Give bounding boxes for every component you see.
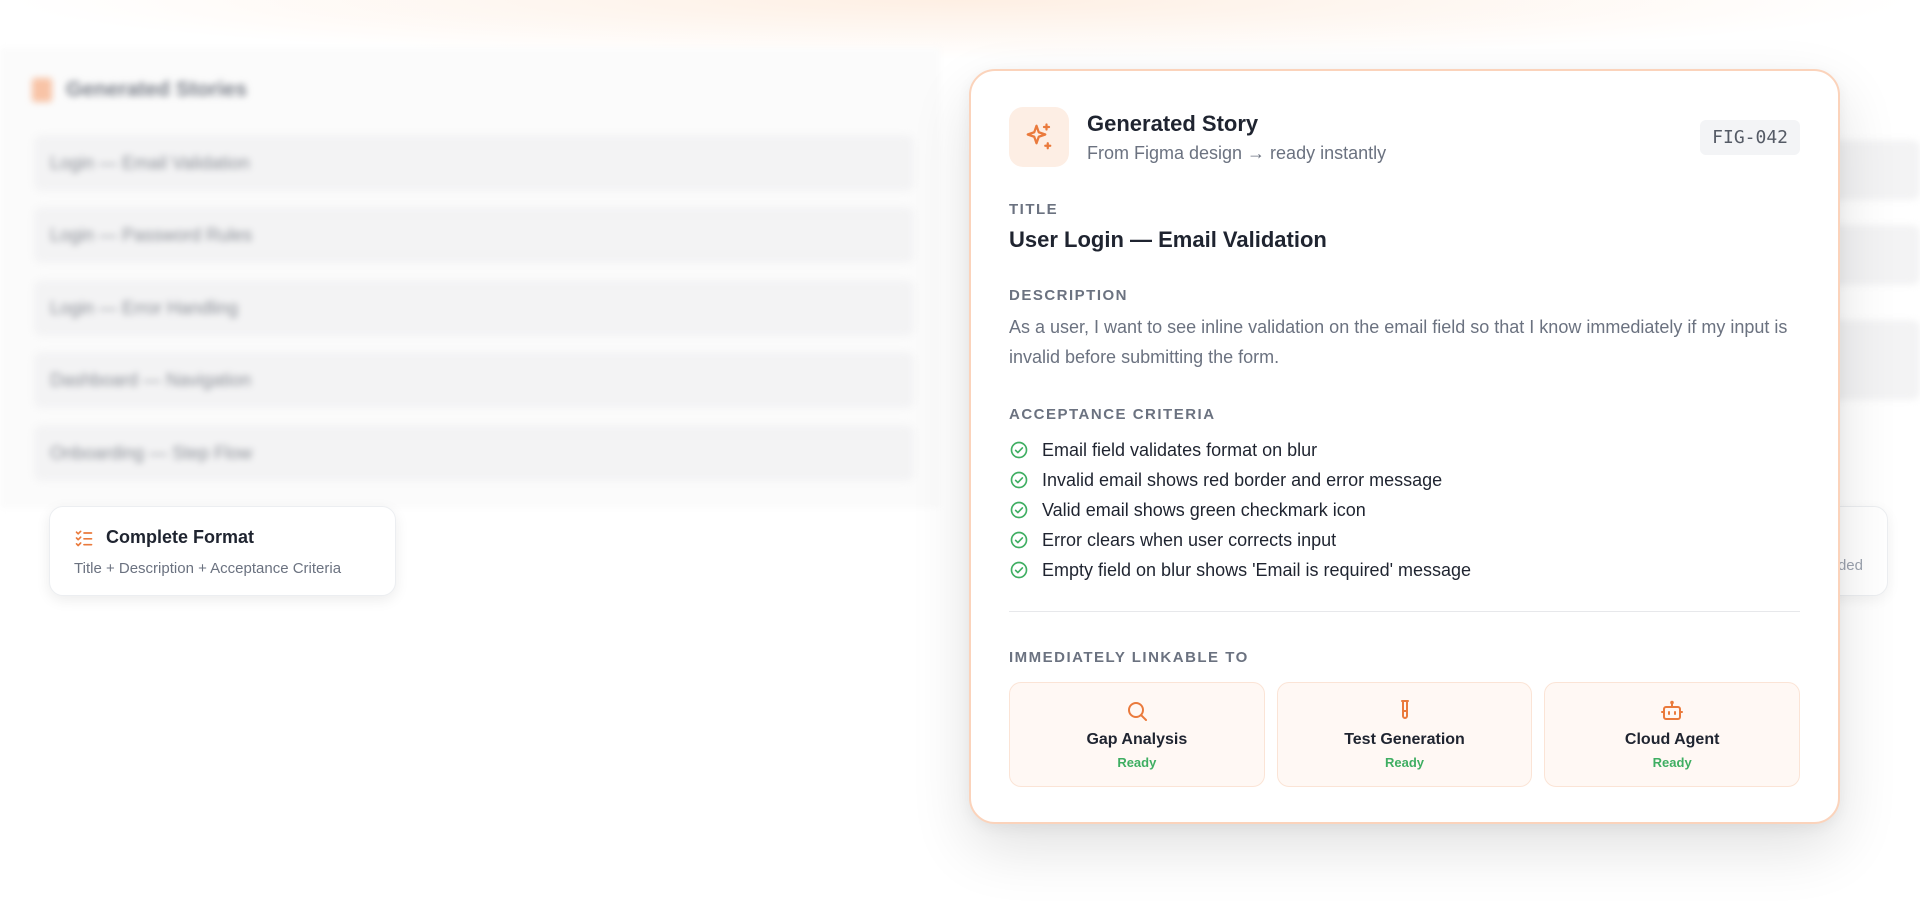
check-circle-icon [1010, 501, 1028, 519]
list-check-icon [75, 530, 93, 546]
background-list-item: Onboarding — Step Flow [34, 425, 914, 481]
robot-icon [1661, 700, 1684, 720]
check-circle-icon [1010, 471, 1028, 489]
criteria-item: Invalid email shows red border and error… [1009, 465, 1800, 495]
link-name: Cloud Agent [1624, 731, 1720, 748]
test-tube-icon [1400, 700, 1409, 719]
criteria-item: Valid email shows green checkmark icon [1009, 495, 1800, 525]
side-feature-text: ded [1837, 557, 1863, 574]
story-title: User Login — Email Validation [1009, 227, 1327, 252]
criteria-item: Error clears when user corrects input [1009, 525, 1800, 555]
search-icon [1127, 702, 1147, 721]
background-list-item: Login — Password Rules [34, 207, 914, 263]
acceptance-criteria-label: ACCEPTANCE CRITERIA [1009, 406, 1216, 423]
link-tile-cloud-agent[interactable]: Cloud Agent Ready [1544, 682, 1801, 787]
link-tile-test-generation[interactable]: Test Generation Ready [1276, 682, 1533, 787]
check-circle-icon [1010, 441, 1028, 459]
background-list-item: Dashboard — Navigation [34, 352, 914, 408]
section-divider [1009, 611, 1800, 612]
generated-story-card: Generated Story From Figma design → read… [969, 69, 1840, 824]
linkable-label: IMMEDIATELY LINKABLE TO [1009, 649, 1249, 666]
story-header-title: Generated Story [1087, 110, 1259, 136]
story-header-subtitle: From Figma design → ready instantly [1087, 142, 1387, 163]
background-header-title: Generated Stories [66, 78, 247, 101]
link-status: Ready [1652, 755, 1692, 770]
story-id-badge: FIG-042 [1700, 119, 1800, 155]
acceptance-criteria-list: Email field validates format on blur Inv… [1009, 435, 1800, 585]
description-label: DESCRIPTION [1009, 287, 1129, 304]
story-icon-box [1009, 107, 1069, 167]
sparkles-icon [1026, 123, 1052, 150]
complete-format-title: Complete Format [106, 527, 255, 547]
story-card-header: Generated Story From Figma design → read… [1009, 107, 1800, 167]
linkable-targets: Gap Analysis Ready Test Generation Ready… [1009, 682, 1801, 787]
complete-format-card: Complete Format Title + Description + Ac… [49, 506, 396, 596]
link-status: Ready [1384, 755, 1425, 770]
background-header: Generated Stories [32, 78, 247, 102]
title-label: TITLE [1009, 201, 1059, 218]
story-description: As a user, I want to see inline validati… [1009, 317, 1788, 367]
check-circle-icon [1010, 561, 1028, 579]
criteria-item: Empty field on blur shows 'Email is requ… [1009, 555, 1800, 585]
check-circle-icon [1010, 531, 1028, 549]
background-list-item: Login — Error Handling [34, 280, 914, 336]
link-status: Ready [1117, 755, 1157, 770]
document-icon [32, 78, 52, 102]
complete-format-subtitle: Title + Description + Acceptance Criteri… [74, 560, 342, 577]
link-name: Test Generation [1344, 731, 1465, 748]
background-list-item: Login — Email Validation [34, 135, 914, 191]
link-name: Gap Analysis [1086, 731, 1188, 748]
link-tile-gap-analysis[interactable]: Gap Analysis Ready [1009, 682, 1265, 787]
criteria-item: Email field validates format on blur [1009, 435, 1800, 465]
